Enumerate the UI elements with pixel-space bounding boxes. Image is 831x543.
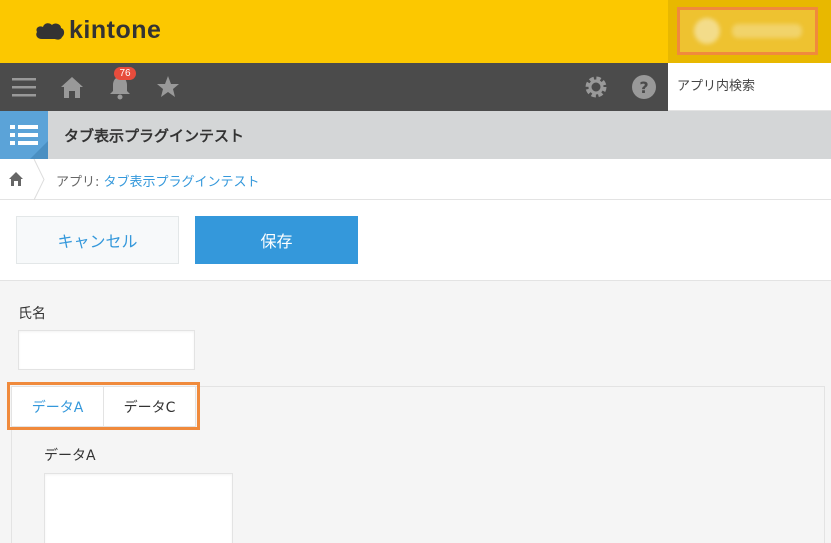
name-field-label: 氏名	[18, 306, 46, 322]
breadcrumb: アプリ: タブ表示プラグインテスト	[0, 159, 831, 200]
cloud-logo-icon	[36, 22, 65, 40]
save-button[interactable]: 保存	[195, 216, 358, 264]
home-icon[interactable]	[58, 73, 86, 101]
user-menu-highlight[interactable]	[677, 7, 818, 55]
data-a-field-label: データA	[44, 448, 96, 464]
kintone-logo[interactable]: kintone	[34, 16, 161, 45]
menu-icon[interactable]	[10, 73, 38, 101]
avatar	[694, 18, 720, 44]
app-list-icon[interactable]	[0, 111, 48, 159]
star-icon[interactable]	[154, 73, 182, 101]
notification-badge: 76	[114, 67, 136, 80]
page-title: タブ表示プラグインテスト	[64, 127, 245, 145]
global-nav: 76 ?	[0, 63, 668, 111]
help-icon[interactable]: ?	[630, 73, 658, 101]
svg-text:?: ?	[639, 78, 648, 97]
name-input[interactable]	[18, 330, 195, 370]
cancel-button[interactable]: キャンセル	[16, 216, 179, 264]
breadcrumb-separator	[33, 159, 45, 200]
logo-text: kintone	[69, 16, 162, 44]
user-name-blurred	[732, 24, 802, 38]
breadcrumb-prefix: アプリ:	[56, 175, 104, 190]
tabs-highlight-box	[7, 382, 200, 430]
gear-icon[interactable]	[582, 73, 610, 101]
app-search	[668, 63, 831, 111]
breadcrumb-home-icon[interactable]	[8, 171, 24, 187]
app-header: タブ表示プラグインテスト	[0, 111, 831, 159]
data-a-input[interactable]	[44, 473, 233, 543]
search-input[interactable]	[668, 63, 831, 110]
record-toolbar: キャンセル 保存	[0, 200, 831, 281]
breadcrumb-app-link[interactable]: タブ表示プラグインテスト	[104, 175, 260, 190]
breadcrumb-app: アプリ: タブ表示プラグインテスト	[56, 171, 260, 190]
